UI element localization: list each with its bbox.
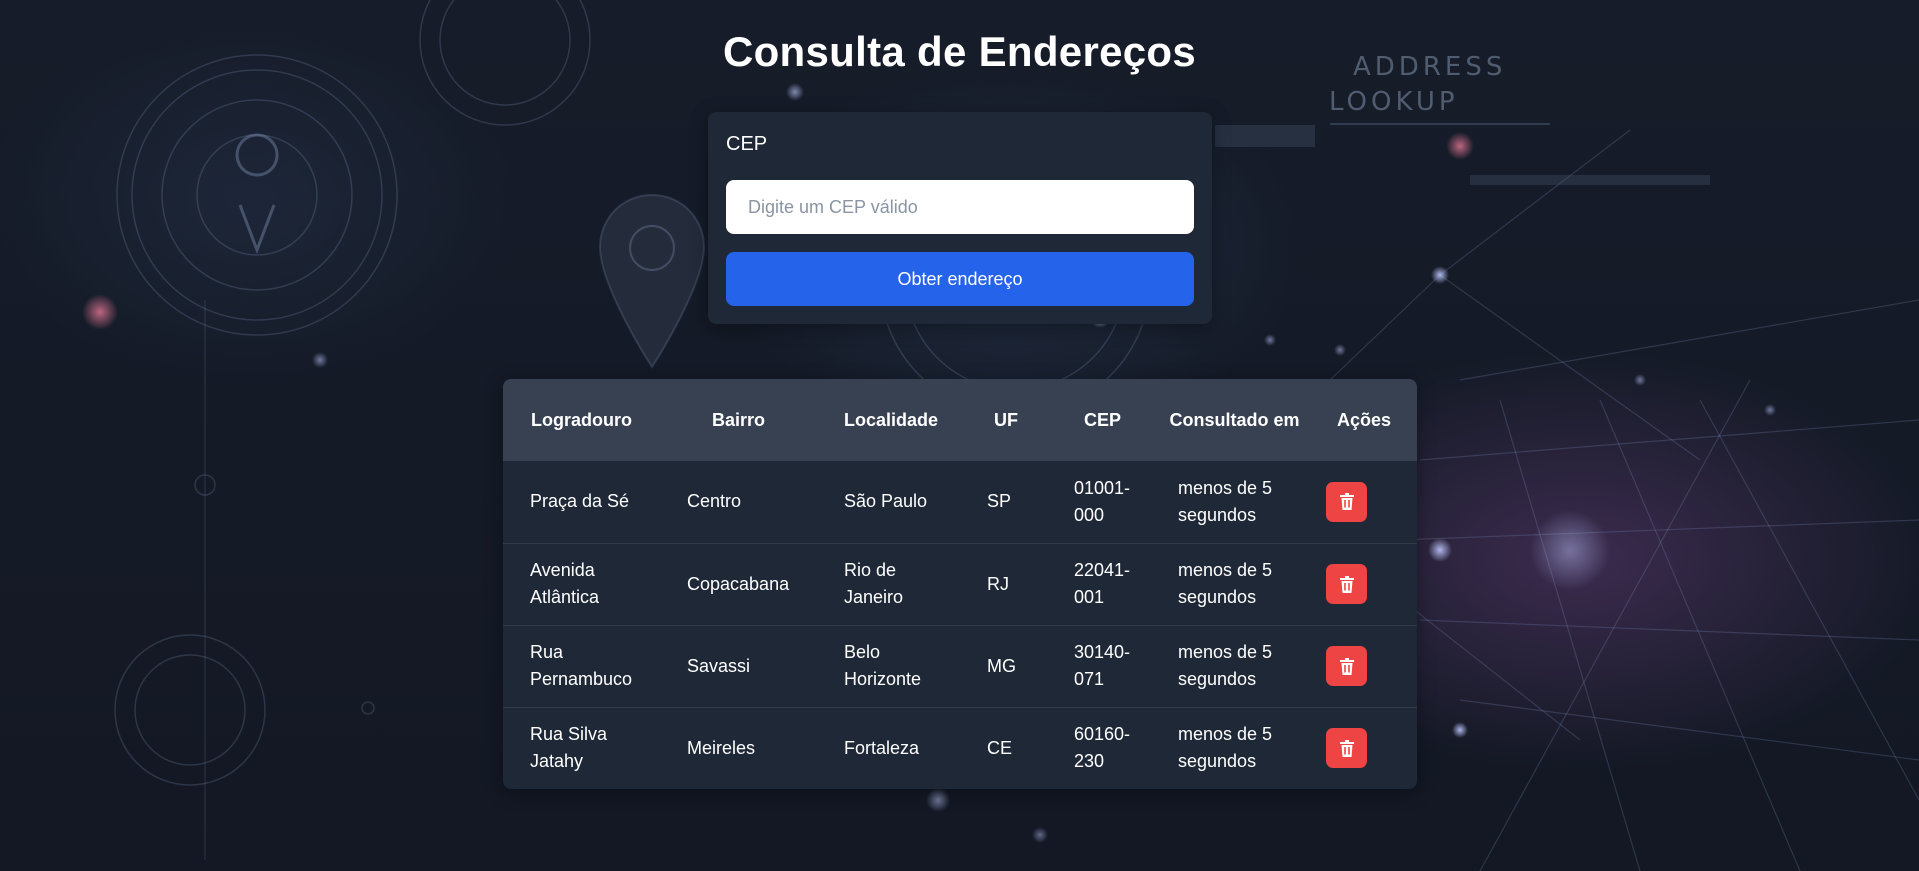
cell-uf: CE	[987, 737, 1013, 758]
header-cep: CEP	[1083, 409, 1121, 430]
cell-acoes	[1311, 461, 1417, 543]
header-bairro: Bairro	[711, 409, 765, 430]
cell-localidade: Fortaleza	[844, 737, 920, 758]
address-table: Logradouro Bairro Localidade UF CEP Cons…	[503, 379, 1417, 789]
cell-bairro: Meireles	[687, 737, 756, 758]
trash-icon	[1339, 739, 1354, 757]
header-consultado-em: Consultado em	[1169, 409, 1300, 430]
cell-logradouro: Rua Silva Jatahy	[530, 724, 608, 772]
table-row: Avenida Atlântica Copacabana Rio de Jane…	[503, 543, 1417, 625]
cell-acoes	[1311, 707, 1417, 789]
cell-acoes	[1311, 543, 1417, 625]
cell-consultado-em: menos de 5 segundos	[1178, 560, 1273, 607]
cell-bairro: Savassi	[687, 655, 751, 676]
cell-localidade: Rio de Janeiro	[844, 560, 904, 607]
get-address-button[interactable]: Obter endereço	[726, 252, 1194, 306]
header-acoes: Ações	[1336, 409, 1392, 430]
delete-button[interactable]	[1326, 728, 1367, 769]
trash-icon	[1339, 657, 1354, 675]
cell-bairro: Copacabana	[687, 573, 790, 594]
cell-cep: 60160-230	[1074, 724, 1131, 772]
header-localidade: Localidade	[843, 409, 939, 430]
page-title: Consulta de Endereços	[722, 28, 1197, 75]
delete-button[interactable]	[1326, 481, 1367, 522]
cell-consultado-em: menos de 5 segundos	[1178, 642, 1273, 689]
cell-cep: 22041-001	[1074, 560, 1131, 607]
cell-uf: MG	[987, 655, 1016, 676]
cell-consultado-em: menos de 5 segundos	[1178, 724, 1273, 772]
cell-localidade: São Paulo	[844, 491, 928, 512]
trash-icon	[1339, 575, 1354, 593]
delete-button[interactable]	[1326, 646, 1367, 686]
cell-acoes	[1311, 625, 1417, 707]
header-uf: UF	[994, 409, 1018, 430]
trash-icon	[1339, 493, 1354, 511]
cell-logradouro: Praça da Sé	[530, 491, 630, 512]
cell-cep: 30140-071	[1074, 642, 1131, 689]
cell-logradouro: Avenida Atlântica	[530, 560, 600, 607]
cell-logradouro: Rua Pernambuco	[530, 642, 633, 689]
cell-bairro: Centro	[687, 491, 742, 512]
table-row: Rua Pernambuco Savassi Belo Horizonte MG…	[503, 625, 1417, 707]
header-logradouro: Logradouro	[531, 409, 632, 430]
address-table-container: Logradouro Bairro Localidade UF CEP Cons…	[503, 379, 1417, 789]
table-row: Rua Silva Jatahy Meireles Fortaleza CE 6…	[503, 707, 1417, 789]
delete-button[interactable]	[1326, 564, 1367, 604]
table-header-row: Logradouro Bairro Localidade UF CEP Cons…	[503, 379, 1417, 461]
cell-consultado-em: menos de 5 segundos	[1178, 477, 1273, 525]
cell-uf: SP	[987, 491, 1012, 512]
cell-uf: RJ	[987, 573, 1009, 594]
cep-input[interactable]	[726, 180, 1194, 234]
cep-label: CEP	[726, 133, 768, 155]
cep-form: CEP Obter endereço	[708, 112, 1212, 324]
cell-localidade: Belo Horizonte	[844, 642, 922, 689]
cell-cep: 01001-000	[1074, 477, 1131, 525]
table-row: Praça da Sé Centro São Paulo SP 01001-00…	[503, 461, 1417, 543]
background-text-lookup: LOOKUP	[1329, 87, 1459, 117]
